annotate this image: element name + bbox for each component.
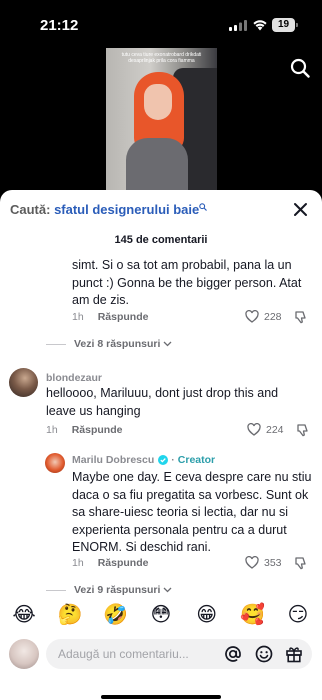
comment-count: 145 de comentarii [114,234,208,246]
emoji-tears-of-joy[interactable]: 😂 [12,602,36,627]
comment-author[interactable]: blondezaur [46,372,102,384]
view-replies-button[interactable]: Vezi 9 răspunsuri [46,584,172,596]
divider [46,589,66,591]
comment-line: daca o sa fiu pregatita sa vorbesc. Sunt… [72,487,309,502]
like-button[interactable]: 353 [245,556,282,569]
chevron-down-icon [163,341,172,347]
status-bar: 21:12 19 [0,0,322,48]
comment-meta: 1h Răspunde [46,424,122,436]
comment-line: simt. Si o sa tot am probabil, pana la u… [72,258,292,272]
dislike-icon[interactable] [294,310,308,324]
comment-text: helloooo, Mariluuu, dont just drop this … [46,385,278,420]
view-replies-label: Vezi 8 răspunsuri [74,338,161,350]
comment-line: Maybe one day. E ceva despre care nu sti… [72,470,312,484]
comment-text: simt. Si o sa tot am probabil, pana la u… [72,257,301,310]
comment-line: sa share-uiesc teoria si lectia, dar nu … [72,505,289,519]
heart-icon [247,423,261,436]
emoji-grin[interactable]: 😁 [195,602,219,627]
verified-icon [158,455,169,465]
dislike-icon[interactable] [296,423,310,437]
search-prefix: Caută: [10,202,55,217]
emoji-flushed[interactable]: 😳 [149,602,173,627]
comment-line: helloooo, Mariluuu, dont just drop this … [46,386,279,400]
comment-author[interactable]: Marilu Dobrescu [72,454,154,466]
cellular-signal-icon [229,20,247,31]
battery-indicator: 19 [272,18,298,32]
comment-line: punct :) Gonna be the bigger person. Ata… [72,275,302,290]
search-icon [199,203,208,211]
like-count: 224 [266,423,284,436]
video-person-face [144,84,172,120]
view-replies-label: Vezi 9 răspunsuri [74,584,161,596]
like-count: 228 [264,310,282,323]
divider [46,343,66,345]
like-count: 353 [264,556,282,569]
avatar [9,639,39,669]
comment-line: leave us hanging [46,403,141,418]
like-button[interactable]: 224 [247,423,284,436]
avatar[interactable] [9,368,38,397]
separator-dot: · [171,454,175,466]
comment-age: 1h [46,424,58,436]
mention-icon[interactable] [224,645,242,663]
chevron-down-icon [163,587,172,593]
comment-line: ENORM. Si deschid rani. [72,540,211,554]
comment-meta: 1h Răspunde [72,557,148,569]
search-suggestion[interactable]: Caută: sfatul designerului baie [10,202,208,220]
video-caption: tutu ceva tiure exonatrobard drikdati de… [121,52,202,64]
comment-line: experienta personala pentru ca a durut [72,522,287,537]
comment-line: am de zis. [72,293,129,307]
emoji-smirk[interactable]: 😏 [286,602,310,627]
video-preview[interactable]: tutu ceva tiure exonatrobard drikdati de… [106,48,217,190]
search-term[interactable]: sfatul designerului baie [54,202,199,217]
gift-icon[interactable] [285,645,303,663]
status-time: 21:12 [40,17,79,34]
video-person-body [126,138,188,190]
search-icon[interactable] [290,58,310,78]
wifi-icon [253,20,267,31]
heart-icon [245,310,259,323]
home-indicator [101,695,221,699]
comment-age: 1h [72,557,84,569]
comment-input[interactable] [58,639,218,669]
view-replies-button[interactable]: Vezi 8 răspunsuri [46,338,172,350]
comment-author-row: Marilu Dobrescu · Creator [72,454,215,466]
comment-input-wrapper[interactable] [46,639,312,669]
comment-input-bar [0,632,322,700]
comment-text: Maybe one day. E ceva despre care nu sti… [72,469,312,557]
heart-icon [245,556,259,569]
creator-badge: Creator [177,454,216,466]
avatar[interactable] [45,453,65,473]
emoji-hearts[interactable]: 🥰 [240,602,265,627]
emoji-icon[interactable] [255,645,273,663]
comment-age: 1h [72,311,84,323]
dislike-icon[interactable] [294,556,308,570]
comments-sheet: Caută: sfatul designerului baie 145 de c… [0,190,322,700]
close-icon[interactable] [293,202,308,217]
emoji-thinking[interactable]: 🤔 [58,602,83,627]
comment-meta: 1h Răspunde [72,311,148,323]
reply-button[interactable]: Răspunde [98,557,149,569]
like-button[interactable]: 228 [245,310,282,323]
emoji-rofl[interactable]: 🤣 [103,602,128,627]
reply-button[interactable]: Răspunde [72,424,123,436]
reply-button[interactable]: Răspunde [98,311,149,323]
emoji-bar: 😂 🤔 🤣 😳 😁 🥰 😏 [0,596,322,632]
